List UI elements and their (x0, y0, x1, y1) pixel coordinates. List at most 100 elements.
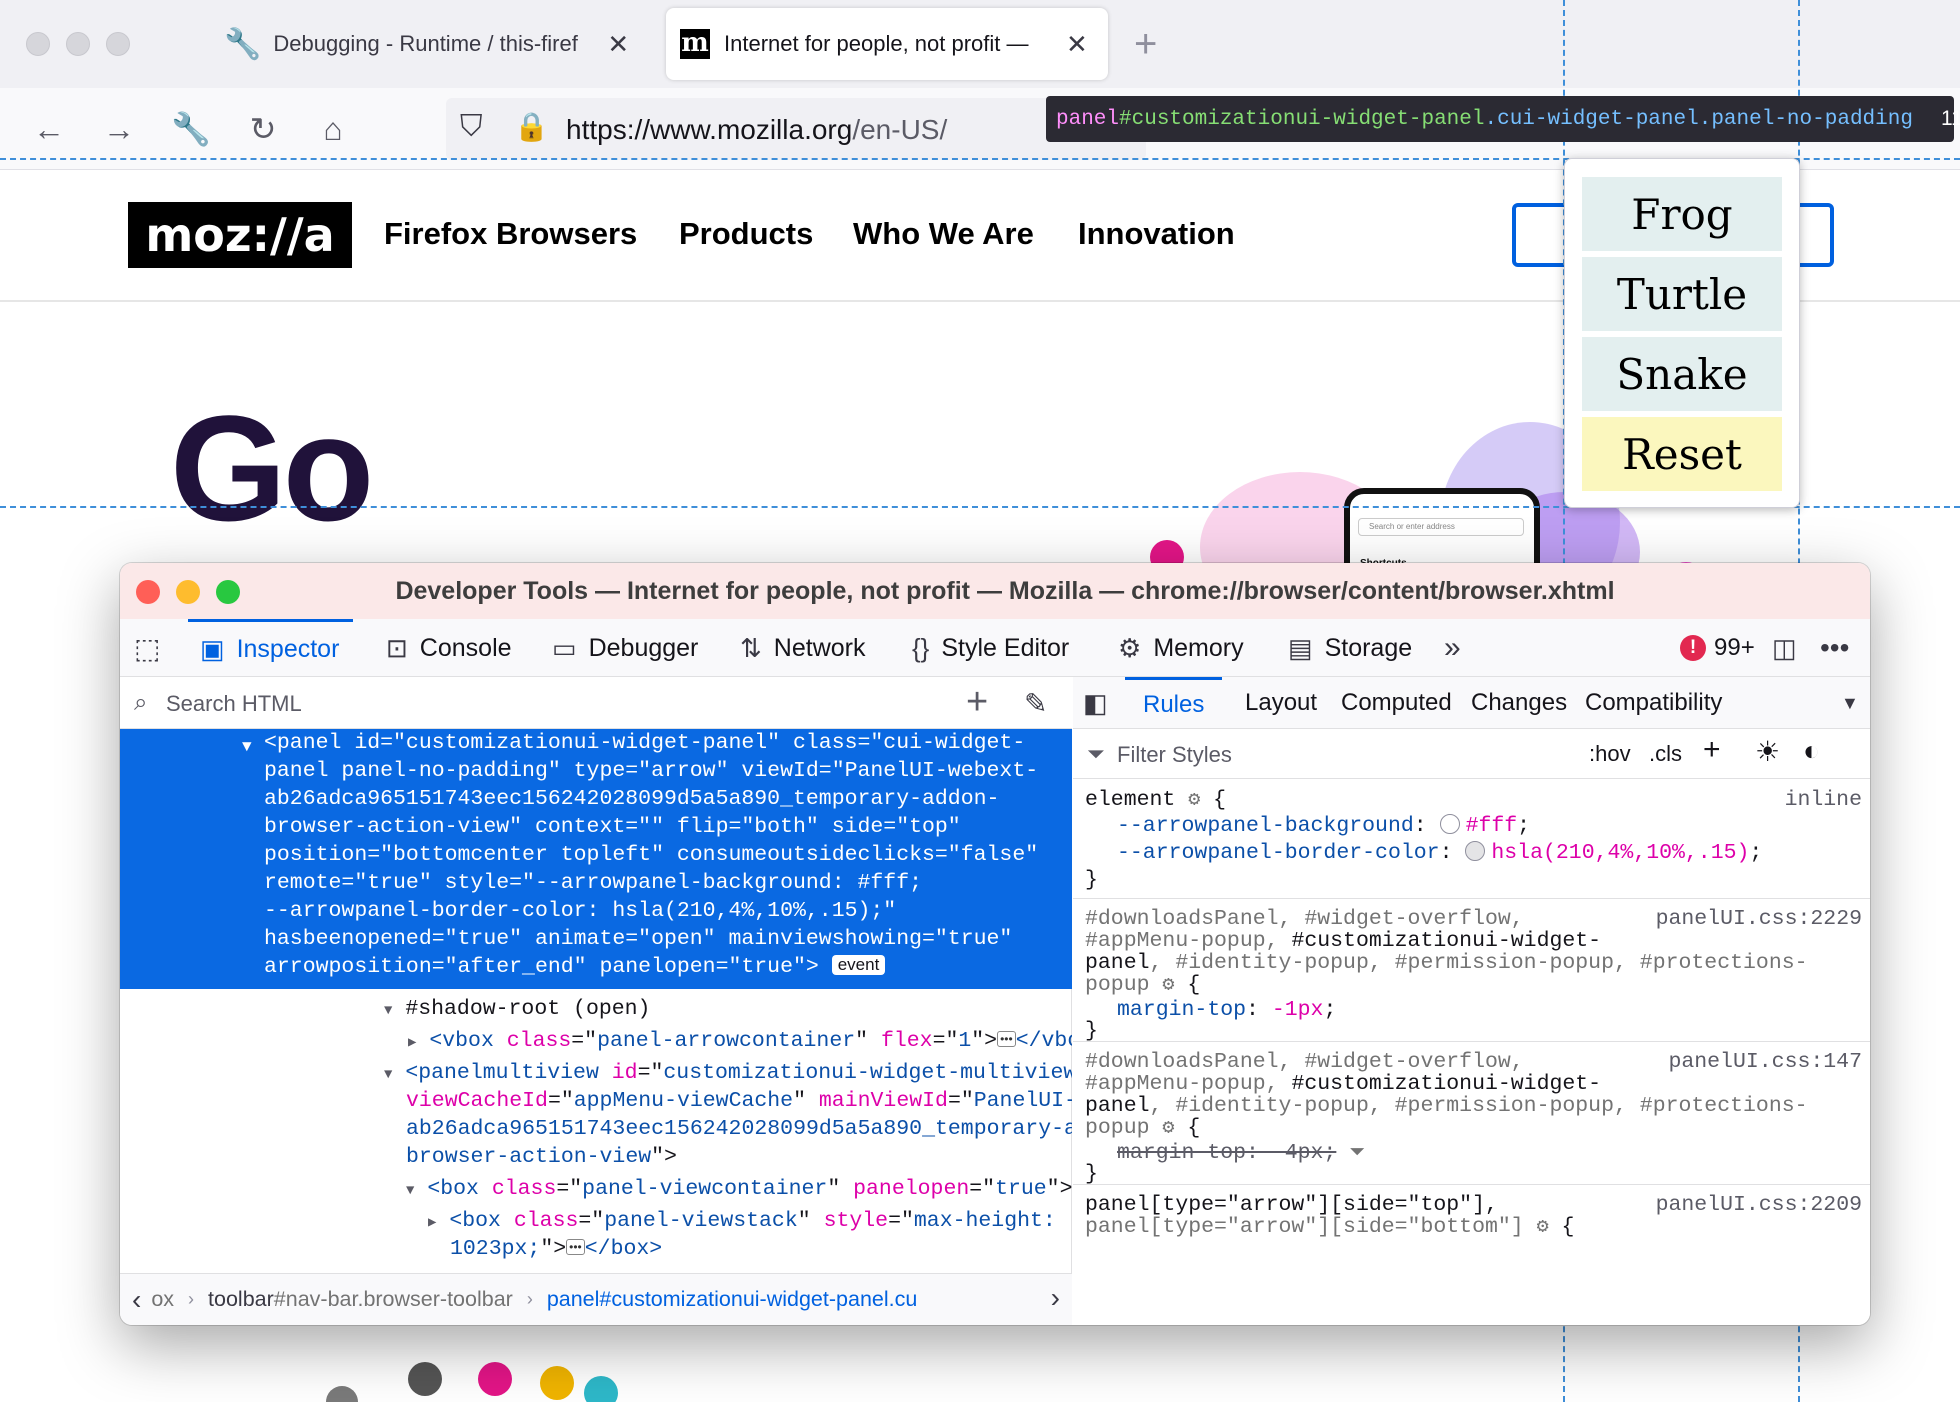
property-name[interactable]: margin-top (1117, 998, 1246, 1022)
back-arrow-icon[interactable]: ← (26, 106, 72, 152)
breadcrumb-scroll-left-icon[interactable]: ‹ (132, 1284, 141, 1316)
mozilla-logo[interactable]: moz://a (128, 202, 352, 268)
vbox-node[interactable]: ▶ <vbox class="panel-arrowcontainer" fle… (408, 1027, 1072, 1057)
eyedropper-icon[interactable]: ✎ (1024, 687, 1047, 720)
turtle-button[interactable]: Turtle (1582, 257, 1782, 331)
frog-button[interactable]: Frog (1582, 177, 1782, 251)
tab-layout[interactable]: Layout (1245, 677, 1317, 729)
breadcrumb-item[interactable]: ox (151, 1287, 174, 1312)
devtools-close-button[interactable] (136, 580, 160, 604)
dock-layout-icon[interactable]: ◫ (1772, 619, 1797, 677)
selected-node[interactable]: ▼ <panel id="customizationui-widget-pane… (120, 729, 1072, 989)
box-viewcontainer-node[interactable]: ▼ <box class="panel-viewcontainer" panel… (406, 1175, 1072, 1205)
new-tab-button[interactable]: + (1134, 20, 1157, 68)
color-swatch[interactable] (1439, 814, 1460, 834)
url-bar[interactable]: ⛉ 🔒 https://www.mozilla.org/en-US/ (446, 98, 1146, 160)
nav-products[interactable]: Products (679, 216, 813, 252)
declaration[interactable]: --arrowpanel-background: #fff; (1117, 813, 1530, 840)
filter-icon[interactable]: ⏷ (1349, 1142, 1365, 1165)
collapse-triangle-icon[interactable]: ▼ (406, 1183, 414, 1199)
panelmultiview-node[interactable]: ▼ <panelmultiview id="customizationui-wi… (384, 1059, 1072, 1089)
search-html-input[interactable]: Search HTML (166, 691, 302, 717)
tab-network[interactable]: ⇅ Network (740, 619, 865, 677)
hov-button[interactable]: :hov (1589, 741, 1631, 767)
home-icon[interactable]: ⌂ (310, 106, 356, 152)
box-viewstack-node[interactable]: ▶ <box class="panel-viewstack" style="ma… (428, 1207, 1056, 1237)
collapsed-content-icon[interactable]: ••• (997, 1031, 1016, 1047)
gear-icon[interactable]: ⚙ (1162, 1117, 1174, 1140)
breadcrumb-item[interactable]: toolbar#nav-bar.browser-toolbar (208, 1287, 513, 1312)
shield-icon[interactable]: ⛉ (460, 110, 483, 144)
tab-debugger[interactable]: ▭ Debugger (552, 619, 698, 677)
toggle-sidebar-icon[interactable]: ◧ (1083, 677, 1108, 729)
reload-icon[interactable]: ↻ (240, 106, 286, 152)
declaration[interactable]: margin-top: -1px; (1117, 997, 1336, 1024)
window-zoom-button[interactable] (106, 32, 130, 56)
tab-style-editor[interactable]: {} Style Editor (912, 619, 1069, 677)
tab-computed[interactable]: Computed (1341, 677, 1452, 729)
devtools-zoom-button[interactable] (216, 580, 240, 604)
wrench-icon[interactable]: 🔧 (168, 106, 214, 152)
close-tab-icon[interactable]: ✕ (607, 29, 629, 60)
tab-debugging[interactable]: 🔧 Debugging - Runtime / this-firef ✕ (224, 8, 654, 80)
rule-source[interactable]: panelUI.css:2229 (1656, 906, 1862, 933)
add-node-button[interactable]: + (966, 681, 988, 724)
nav-firefox-browsers[interactable]: Firefox Browsers (384, 216, 637, 252)
light-theme-icon[interactable]: ☀ (1755, 735, 1780, 768)
forward-arrow-icon[interactable]: → (96, 106, 142, 152)
close-tab-icon[interactable]: ✕ (1066, 29, 1088, 60)
tab-compatibility[interactable]: Compatibility (1585, 677, 1722, 729)
rule-source[interactable]: panelUI.css:2209 (1656, 1192, 1862, 1219)
dark-theme-icon[interactable]: ◐ (1803, 735, 1820, 767)
element-picker-icon[interactable]: ⬚ (134, 619, 172, 677)
nav-innovation[interactable]: Innovation (1078, 216, 1235, 252)
nav-who-we-are[interactable]: Who We Are (853, 216, 1034, 252)
tab-console[interactable]: ⊡ Console (386, 619, 512, 677)
tab-rules[interactable]: Rules (1125, 677, 1223, 729)
more-tools-chevron-icon[interactable]: » (1444, 619, 1461, 677)
event-badge[interactable]: event (831, 955, 886, 975)
property-name[interactable]: --arrowpanel-background (1117, 814, 1414, 838)
collapse-triangle-icon[interactable]: ▼ (384, 1067, 392, 1083)
html-search-bar[interactable]: ⌕ Search HTML + ✎ (120, 677, 1072, 729)
snake-button[interactable]: Snake (1582, 337, 1782, 411)
color-swatch[interactable] (1465, 841, 1486, 861)
reset-button[interactable]: Reset (1582, 417, 1782, 491)
declaration-overridden[interactable]: margin-top: -4px; ⏷ (1117, 1140, 1365, 1167)
more-options-icon[interactable]: ••• (1820, 619, 1849, 677)
tab-mozilla[interactable]: m Internet for people, not profit — ✕ (666, 8, 1108, 80)
declaration[interactable]: --arrowpanel-border-color: hsla(210,4%,1… (1117, 840, 1762, 867)
gear-icon[interactable]: ⚙ (1188, 789, 1200, 812)
chevron-down-icon[interactable]: ▼ (1841, 677, 1859, 729)
devtools-minimize-button[interactable] (176, 580, 200, 604)
collapse-triangle-icon[interactable]: ▼ (384, 1003, 392, 1019)
breadcrumb-scroll-right-icon[interactable]: › (1051, 1282, 1060, 1314)
tab-storage[interactable]: ▤ Storage (1288, 619, 1412, 677)
cls-button[interactable]: .cls (1649, 741, 1682, 767)
collapsed-content-icon[interactable]: ••• (566, 1239, 585, 1255)
tab-inspector[interactable]: ▣ Inspector (188, 619, 354, 677)
selector-text[interactable]: element (1085, 788, 1175, 812)
property-name[interactable]: --arrowpanel-border-color (1117, 841, 1440, 865)
shadow-root-node[interactable]: ▼ #shadow-root (open) (384, 995, 650, 1025)
lock-icon[interactable]: 🔒 (514, 110, 549, 143)
window-minimize-button[interactable] (66, 32, 90, 56)
window-close-button[interactable] (26, 32, 50, 56)
property-value[interactable]: -1px (1272, 998, 1324, 1022)
expand-triangle-icon[interactable]: ▶ (428, 1215, 436, 1231)
expand-triangle-icon[interactable]: ▶ (408, 1035, 416, 1051)
url-text[interactable]: https://www.mozilla.org/en-US/ (566, 114, 947, 146)
error-count-badge[interactable]: ! 99+ (1680, 631, 1755, 665)
tab-changes[interactable]: Changes (1471, 677, 1567, 729)
overridden-declaration[interactable]: margin-top: -4px; (1117, 1141, 1336, 1165)
add-rule-icon[interactable]: + (1703, 733, 1721, 767)
tab-memory[interactable]: ⚙ Memory (1118, 619, 1244, 677)
rule-source[interactable]: panelUI.css:147 (1668, 1049, 1862, 1076)
breadcrumb-item-selected[interactable]: panel#customizationui-widget-panel.cu (547, 1287, 918, 1312)
filter-styles-input[interactable]: Filter Styles (1117, 742, 1232, 768)
gear-icon[interactable]: ⚙ (1537, 1216, 1549, 1239)
gear-icon[interactable]: ⚙ (1162, 974, 1174, 997)
collapse-triangle-icon[interactable]: ▼ (242, 733, 252, 761)
property-value[interactable]: hsla(210,4%,10%,.15) (1491, 841, 1749, 865)
property-value[interactable]: #fff (1466, 814, 1518, 838)
